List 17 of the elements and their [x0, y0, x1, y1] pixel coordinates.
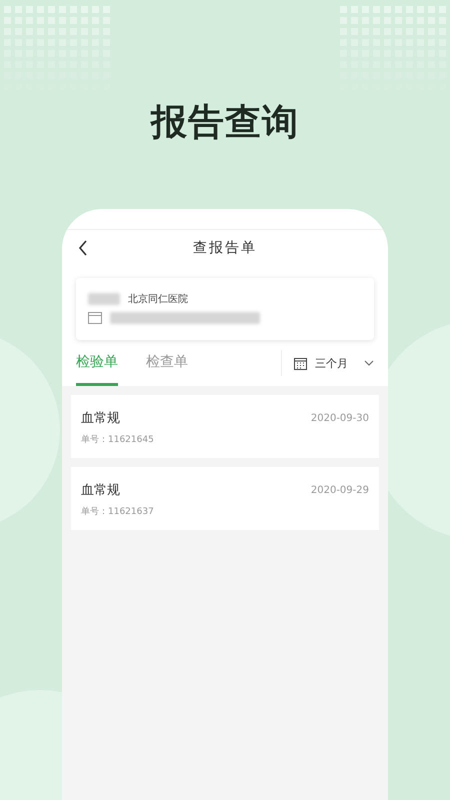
redacted-block — [88, 293, 120, 305]
page-title: 查报告单 — [193, 239, 257, 257]
period-dropdown[interactable]: 三个月 — [281, 350, 374, 376]
card-icon — [88, 312, 102, 324]
caret-icon — [364, 360, 374, 366]
report-name: 血常规 — [81, 410, 120, 427]
report-date: 2020-09-30 — [310, 412, 369, 424]
report-number: 单号：11621637 — [81, 506, 155, 518]
report-date: 2020-09-29 — [310, 484, 369, 496]
back-icon[interactable] — [78, 240, 88, 256]
hospital-name: 北京同仁医院 — [128, 292, 188, 306]
report-number: 单号：11621645 — [81, 434, 155, 446]
report-name: 血常规 — [81, 482, 120, 499]
report-card[interactable]: 血常规 2020-09-29 单号：11621637 — [71, 467, 379, 530]
headline: 报告查询 — [151, 101, 299, 145]
report-card[interactable]: 血常规 2020-09-30 单号：11621645 — [71, 395, 379, 458]
calendar-icon — [294, 356, 307, 370]
